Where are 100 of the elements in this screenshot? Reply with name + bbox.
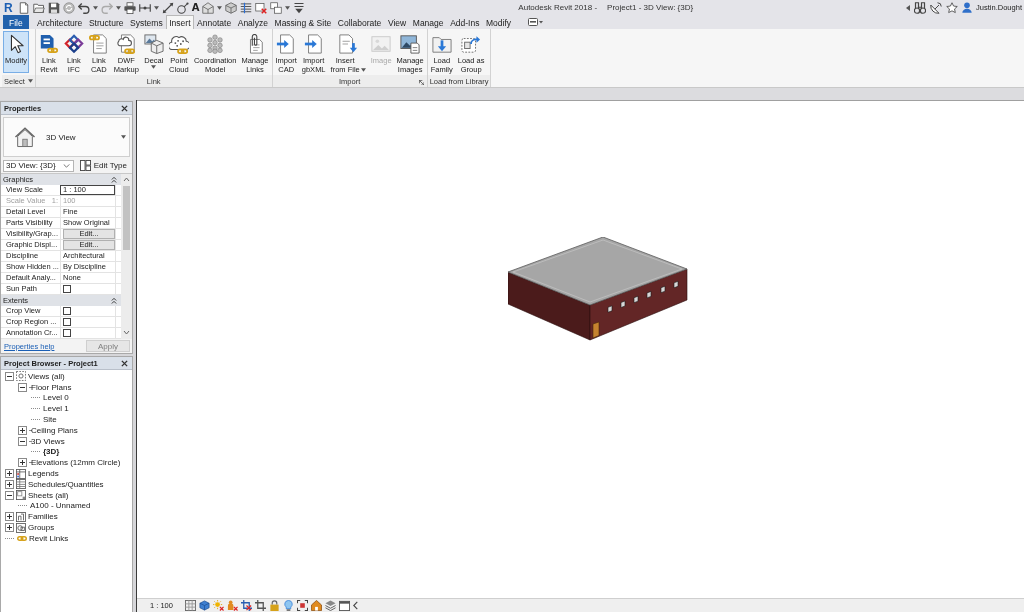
expand-icon[interactable] (5, 523, 14, 533)
close-icon[interactable] (121, 104, 128, 112)
picture-box-icon (143, 34, 164, 54)
tree-item[interactable]: Ceiling Plans (31, 425, 78, 435)
checkbox[interactable] (63, 307, 71, 315)
tree-item[interactable]: Level 0 (43, 393, 69, 403)
ribbon-tab[interactable]: Manage (409, 15, 447, 29)
tree-item[interactable]: Families (28, 512, 58, 522)
tree-item[interactable]: Level 1 (43, 404, 69, 414)
measure-icon[interactable] (161, 1, 174, 14)
windows-icon[interactable] (270, 1, 283, 14)
new-document-icon[interactable] (17, 1, 30, 14)
picture-document-icon (400, 34, 421, 54)
collapse-icon[interactable] (5, 490, 14, 500)
cube-icon[interactable] (198, 600, 210, 611)
collapse-icon[interactable] (18, 382, 27, 392)
checkbox[interactable] (63, 318, 71, 326)
crop-icon[interactable] (254, 600, 266, 611)
app-logo[interactable]: R (2, 0, 15, 15)
tag-icon[interactable] (176, 1, 189, 14)
user-icon[interactable] (962, 2, 973, 13)
diagonal-arrow-icon[interactable] (418, 80, 424, 85)
close-icon[interactable] (121, 359, 128, 367)
caret-icon[interactable] (285, 5, 291, 10)
frame-icon[interactable] (296, 600, 308, 611)
cube-icon[interactable] (225, 1, 238, 14)
ribbon-tab[interactable]: File (3, 15, 29, 29)
tree-item[interactable]: Site (43, 415, 57, 425)
tree-item[interactable]: Groups (28, 523, 55, 533)
caret-icon[interactable] (92, 5, 98, 10)
expand-icon[interactable] (5, 479, 14, 489)
expand-icon[interactable] (5, 512, 14, 522)
layers-icon[interactable] (324, 600, 336, 611)
window-cross-icon[interactable] (255, 1, 268, 14)
dimension-icon[interactable] (138, 1, 151, 14)
sheet-icon (16, 490, 26, 501)
ribbon-tab[interactable]: Modify (482, 15, 515, 29)
type-selector[interactable]: 3D View (3, 117, 130, 157)
list-caret-icon[interactable] (293, 1, 306, 14)
square-shapes-icon (16, 511, 26, 522)
ribbon-tab[interactable]: Architecture (33, 15, 86, 29)
window-icon[interactable] (338, 600, 350, 611)
house-icon[interactable] (310, 600, 322, 611)
caret-icon[interactable] (115, 5, 121, 10)
save-icon[interactable] (47, 1, 60, 14)
document-arrow-icon (276, 34, 297, 54)
tree-item[interactable]: Schedules/Quantities (28, 479, 104, 489)
tree-item[interactable]: A100 - Unnamed (30, 501, 91, 511)
crop-cross-icon[interactable] (240, 600, 252, 611)
ribbon-tab[interactable]: Insert (165, 15, 194, 29)
tree-item[interactable]: Views (all) (28, 371, 65, 381)
chevron-left-icon[interactable] (352, 601, 358, 610)
panel-toggle-icon[interactable] (528, 18, 544, 26)
tree-item[interactable]: Floor Plans (31, 382, 72, 392)
tree-item[interactable]: Legends (28, 469, 59, 479)
tree-item[interactable]: Elevations (12mm Circle) (31, 458, 121, 468)
text-tool[interactable]: A (191, 1, 200, 14)
collapse-icon[interactable] (18, 436, 27, 446)
collapse-icon[interactable] (5, 371, 14, 381)
box-icon[interactable] (202, 1, 215, 14)
expand-icon[interactable] (5, 469, 14, 479)
ribbon-tab[interactable]: Annotate (193, 15, 235, 29)
tree-item[interactable]: 3D Views (31, 436, 65, 446)
ribbon-tab[interactable]: Add-Ins (446, 15, 483, 29)
binoculars-icon[interactable] (914, 1, 927, 14)
expand-icon[interactable] (18, 425, 27, 435)
linked-document-icon (38, 34, 59, 54)
expand-icon[interactable] (18, 458, 27, 468)
lines-icon[interactable] (240, 1, 253, 14)
caret-icon[interactable] (153, 5, 159, 10)
print-icon[interactable] (123, 1, 136, 14)
star-icon[interactable] (946, 1, 959, 14)
checkbox[interactable] (63, 329, 71, 337)
ribbon-tab[interactable]: View (384, 15, 410, 29)
ribbon-tab[interactable]: Collaborate (334, 15, 385, 29)
edit-type-button[interactable]: Edit Type (76, 159, 130, 172)
legend-icon (16, 468, 26, 479)
figure-cross-icon[interactable] (226, 600, 238, 611)
ribbon-tab[interactable]: Massing & Site (271, 15, 335, 29)
ribbon-tab[interactable]: Systems (126, 15, 166, 29)
view-dropdown[interactable]: 3D View: {3D} (3, 159, 74, 172)
satellite-dish-icon[interactable] (930, 1, 943, 14)
table-icon (16, 479, 26, 490)
tree-item[interactable]: Sheets (all) (28, 490, 69, 500)
scrollbar[interactable] (121, 174, 132, 339)
caret-icon[interactable] (217, 5, 223, 10)
checkbox[interactable] (63, 285, 71, 293)
shapes-frame-icon (16, 522, 26, 533)
tree-item[interactable]: {3D} (43, 447, 60, 457)
tree-item[interactable]: Revit Links (29, 533, 69, 543)
ribbon-tab[interactable]: Analyze (234, 15, 272, 29)
sun-cross-icon[interactable] (212, 600, 224, 611)
caret-icon[interactable] (27, 79, 33, 83)
undo-icon[interactable] (77, 1, 90, 14)
lock-icon[interactable] (268, 600, 280, 611)
ribbon-tab[interactable]: Structure (85, 15, 127, 29)
grid-square-icon[interactable] (184, 600, 196, 611)
arrow-left-icon[interactable] (906, 4, 911, 11)
document-arrow-icon (338, 34, 359, 54)
open-folder-icon[interactable] (32, 1, 45, 14)
